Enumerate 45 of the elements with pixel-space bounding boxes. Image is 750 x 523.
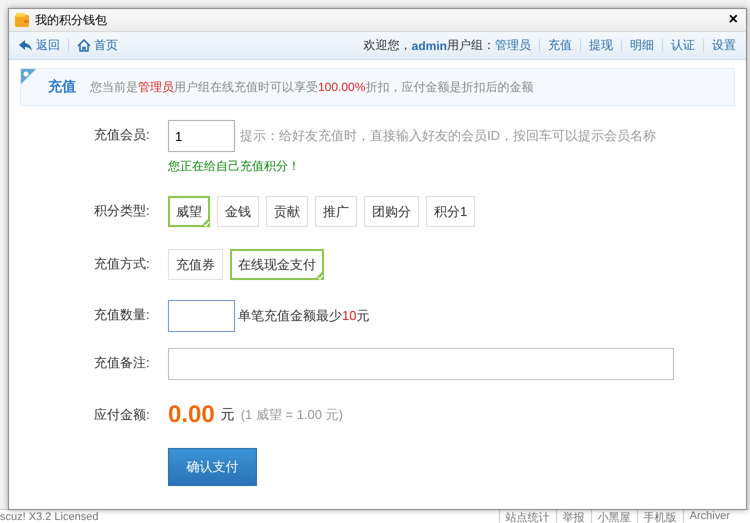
back-arrow-icon	[19, 40, 33, 52]
option-button[interactable]: 威望	[168, 196, 210, 227]
username: admin	[412, 38, 447, 52]
option-button[interactable]: 贡献	[266, 196, 308, 227]
group-label: 用户组：	[447, 37, 495, 54]
option-button[interactable]: 推广	[315, 196, 357, 227]
option-button[interactable]: 团购分	[364, 196, 419, 227]
nav-link[interactable]: 设置	[712, 37, 736, 54]
currency-unit: 元	[220, 406, 235, 424]
field-label: 充值会员:	[94, 126, 151, 144]
nav-link[interactable]: 明细	[630, 37, 654, 54]
nav-link[interactable]: 充值	[548, 37, 572, 54]
wallet-icon	[15, 13, 29, 27]
nav-link[interactable]: 提现	[589, 37, 613, 54]
option-button[interactable]: 在线现金支付	[230, 249, 324, 280]
field-label: 充值方式:	[94, 255, 151, 273]
group-link[interactable]: 管理员	[495, 37, 531, 54]
check-icon	[200, 217, 210, 227]
remark-field[interactable]	[168, 348, 674, 380]
home-icon	[77, 39, 91, 52]
notice-title: 充值	[48, 78, 76, 96]
option-button[interactable]: 充值券	[168, 249, 223, 280]
field-label: 应付金额:	[94, 406, 151, 424]
option-button[interactable]: 金钱	[217, 196, 259, 227]
back-link[interactable]: 返回	[19, 37, 60, 54]
field-label: 积分类型:	[94, 202, 151, 220]
close-button[interactable]: ×	[728, 12, 738, 28]
welcome-text: 欢迎您，	[364, 37, 412, 54]
notice-text: 您当前是管理员用户组在线充值时可以享受100.00%折扣，应付金额是折扣后的金额	[90, 78, 534, 96]
check-icon	[314, 270, 324, 280]
member-id-field[interactable]: 1	[168, 120, 235, 152]
option-button[interactable]: 积分1	[426, 196, 476, 227]
amount-value: 0.00	[168, 400, 215, 430]
field-label: 充值备注:	[94, 354, 151, 372]
amount-field[interactable]	[168, 300, 235, 332]
hint-text: 提示：给好友充值时，直接输入好友的会员ID，按回车可以提示会员名称	[240, 127, 656, 145]
exchange-rate: (1 威望 = 1.00 元)	[240, 406, 343, 424]
nav-link[interactable]: 认证	[671, 37, 695, 54]
field-label: 充值数量:	[94, 306, 151, 324]
license-text: scuz! X3.2 Licensed	[0, 511, 100, 523]
status-message: 您正在给自己充值积分！	[168, 158, 301, 175]
minimum-note: 单笔充值金额最少10元	[238, 307, 370, 325]
home-link[interactable]: 首页	[77, 37, 118, 54]
confirm-pay-button[interactable]: 确认支付	[168, 448, 257, 486]
window-title: 我的积分钱包	[35, 12, 108, 28]
